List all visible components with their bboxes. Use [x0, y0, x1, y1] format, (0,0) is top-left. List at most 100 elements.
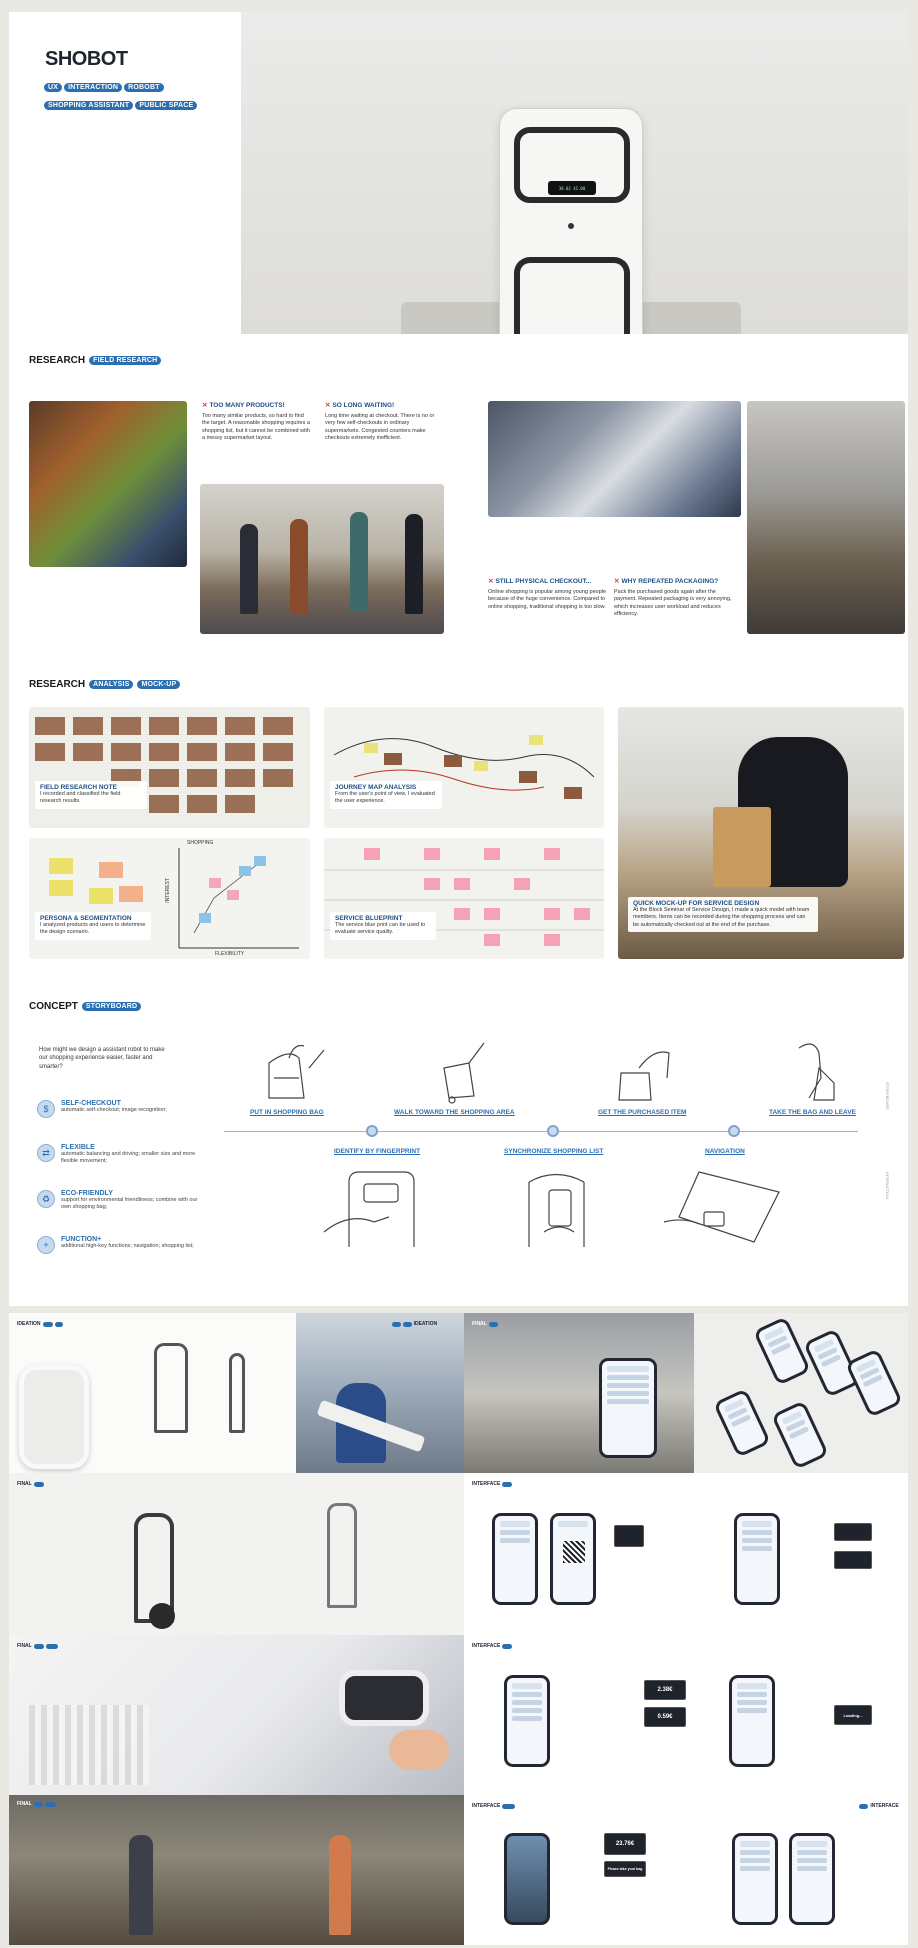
step-get-item: GET THE PURCHASED ITEM — [598, 1109, 687, 1116]
card-journey-map-title: JOURNEY MAP ANALYSIS — [335, 784, 417, 791]
tag-field-research[interactable]: FIELD RESEARCH — [89, 356, 162, 365]
feature-function-plus: + FUNCTION+ additional high-key functions… — [37, 1236, 207, 1254]
x-icon: ✕ — [325, 402, 331, 409]
feature-text: automatic self-checkout; image recogniti… — [61, 1107, 167, 1113]
app-screen-3 — [845, 1348, 903, 1418]
mini-tag — [502, 1481, 512, 1487]
step-leave: TAKE THE BAG AND LEAVE — [769, 1109, 856, 1116]
mini-tag — [54, 1321, 64, 1327]
card-service-blueprint-caption: SERVICE BLUEPRINT The service blue print… — [330, 912, 436, 940]
interface-3-heading: INTERFACE — [472, 1803, 516, 1809]
feature-title: FUNCTION+ — [61, 1236, 102, 1243]
card-service-blueprint-title: SERVICE BLUEPRINT — [335, 915, 403, 922]
feature-title: FLEXIBLE — [61, 1144, 95, 1151]
ideation-panel: IDEATION — [9, 1313, 296, 1473]
interface-1-display — [614, 1525, 644, 1547]
concept-title: CONCEPT — [29, 1001, 78, 1012]
mini-tag — [488, 1321, 499, 1327]
mini-tag — [403, 1321, 412, 1327]
field-research-board — [35, 717, 293, 813]
feature-title: ECO-FRIENDLY — [61, 1190, 113, 1197]
step-navigation: NAVIGATION — [705, 1148, 745, 1155]
final-detail-screen — [339, 1670, 429, 1726]
tag-ux[interactable]: UX — [44, 83, 63, 92]
mini-tag — [859, 1803, 869, 1809]
app-screen-1 — [753, 1316, 811, 1386]
tag-shopping-assistant[interactable]: SHOPPING ASSISTANT — [44, 101, 134, 110]
ideation-right-heading: IDEATION — [392, 1321, 437, 1327]
storyline — [224, 1131, 858, 1132]
qr-code — [563, 1541, 585, 1563]
arrows-icon: ⇄ — [37, 1144, 55, 1162]
sketch-get-item — [618, 1051, 670, 1101]
recycle-icon: ♻ — [37, 1190, 55, 1208]
mini-tag — [46, 1643, 58, 1649]
interface-2-panel: INTERFACE 2.38€ 0.59€ Loading... — [464, 1635, 908, 1795]
interface-1-phone-2 — [550, 1513, 596, 1605]
problem-2-text: Long time waiting at checkout. There is … — [325, 413, 435, 442]
story-dot-3 — [728, 1125, 740, 1137]
feature-text: additional high-key functions; navigatio… — [61, 1243, 194, 1249]
final-scene-shopper — [129, 1835, 153, 1935]
interface-3-panel: INTERFACE INTERFACE 23.76€ Please take y… — [464, 1795, 908, 1945]
mini-tag — [33, 1643, 45, 1649]
card-persona: INTEREST FLEXIBILITY SHOPPING PERSONA & … — [29, 838, 310, 959]
card-service-blueprint-text: The service blue print can be used to ev… — [335, 922, 426, 936]
card-journey-map-text: From the user's point of view, I evaluat… — [335, 791, 435, 805]
queue-person-2 — [290, 519, 308, 614]
price-display-2: 0.59€ — [644, 1707, 686, 1727]
tag-interaction[interactable]: INTERACTION — [64, 83, 123, 92]
hero-tags: UX INTERACTION ROBOBT SHOPPING ASSISTANT PU… — [44, 76, 204, 112]
photo-checkout — [488, 401, 741, 517]
interface-1-phone-1 — [492, 1513, 538, 1605]
card-mock-up-caption: QUICK MOCK-UP FOR SERVICE DESIGN At the … — [628, 897, 818, 933]
card-service-blueprint: SERVICE BLUEPRINT The service blue print… — [324, 838, 604, 959]
ideation-photo-panel: IDEATION — [296, 1313, 464, 1473]
sketch-walk-toward — [443, 1042, 485, 1104]
card-mock-up-title: QUICK MOCK-UP FOR SERVICE DESIGN — [633, 900, 760, 907]
problem-1-title: TOO MANY PRODUCTS! — [209, 402, 285, 409]
robot-handle: 38.02 41.00 — [514, 127, 630, 203]
final-detail-carts — [29, 1705, 149, 1785]
queue-person-1 — [240, 524, 258, 614]
final-app-panel: FINAL — [464, 1313, 908, 1473]
ideation-heading: IDEATION — [17, 1321, 64, 1327]
app-screen-4 — [713, 1388, 771, 1458]
card-field-research-caption: FIELD RESEARCH NOTE I recorded and class… — [35, 781, 147, 809]
robot-body: 38.02 41.00 — [499, 108, 643, 334]
sketch-navigation — [663, 1171, 780, 1243]
research-analysis-title: RESEARCH — [29, 679, 86, 690]
problem-4-title: WHY REPEATED PACKAGING? — [621, 578, 719, 585]
interface-2-phone-1 — [504, 1675, 550, 1767]
sketch-put-in-bag — [268, 1044, 325, 1099]
card-field-research: FIELD RESEARCH NOTE I recorded and class… — [29, 707, 310, 828]
feature-flexible: ⇄ FLEXIBLE automatic balancing and drivin… — [37, 1144, 207, 1165]
total-display: 23.76€ — [604, 1833, 646, 1855]
tag-mock-up[interactable]: MOCK-UP — [137, 680, 181, 689]
persona-axis-x: FLEXIBILITY — [215, 951, 245, 957]
mini-tag — [33, 1801, 44, 1807]
ideation-render-3 — [229, 1353, 245, 1433]
robot-sensor — [568, 223, 574, 229]
final-product-wheel — [149, 1603, 175, 1629]
final-detail-heading: FINAL — [17, 1643, 58, 1649]
x-icon: ✕ — [488, 578, 494, 585]
tag-robot[interactable]: ROBOBT — [124, 83, 164, 92]
side-label-storyboard: STORYBOARD — [885, 1082, 890, 1110]
interface-1-display-3 — [834, 1551, 872, 1569]
robot-lower-frame — [514, 257, 630, 334]
tag-analysis[interactable]: ANALYSIS — [89, 680, 134, 689]
tag-storyboard[interactable]: STORYBOARD — [81, 1002, 142, 1011]
feature-text: automatic balancing and driving; smaller… — [61, 1151, 196, 1165]
hero-panel: SHOBOT UX INTERACTION ROBOBT SHOPPING ASSI… — [9, 12, 908, 334]
tag-public-space[interactable]: PUBLIC SPACE — [135, 101, 198, 110]
feature-text: support for environmental friendliness; … — [61, 1197, 198, 1211]
mini-tag — [502, 1643, 512, 1649]
card-journey-map-caption: JOURNEY MAP ANALYSIS From the user's poi… — [330, 781, 442, 809]
card-persona-caption: PERSONA & SEGMENTATION I analyzed produc… — [35, 912, 151, 940]
final-scene-shopper-2 — [329, 1835, 351, 1935]
problem-4: ✕ WHY REPEATED PACKAGING? Pack the purcha… — [614, 577, 739, 619]
feature-title: SELF-CHECKOUT — [61, 1100, 121, 1107]
problem-3-title: STILL PHYSICAL CHECKOUT... — [495, 578, 592, 585]
mini-tag — [33, 1481, 45, 1487]
